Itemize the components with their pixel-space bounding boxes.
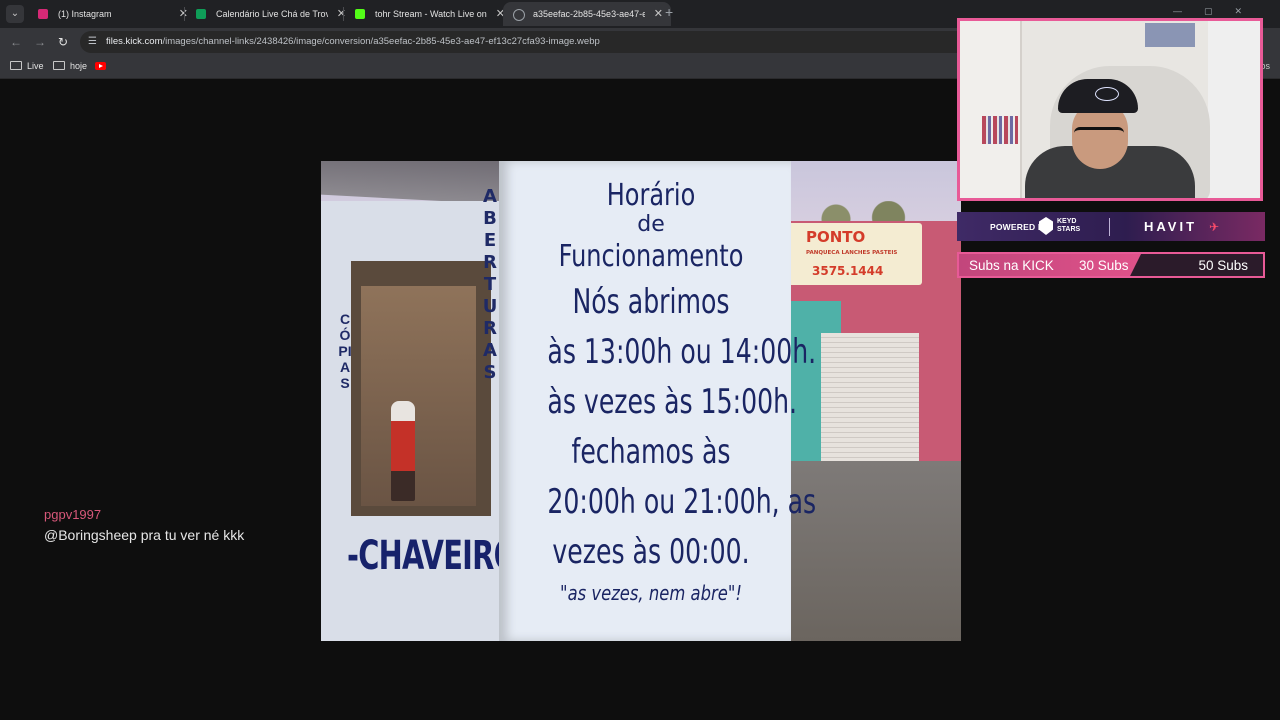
sign-line: às vezes às 15:00h. xyxy=(547,382,798,422)
sponsor-divider xyxy=(1109,218,1110,236)
rolling-shutter xyxy=(821,333,919,468)
chat-username: pgpv1997 xyxy=(44,507,102,522)
globe-icon xyxy=(513,9,525,21)
soda-bottle xyxy=(391,401,415,501)
window-controls[interactable]: —▢✕ xyxy=(1173,6,1264,17)
bookmark-hoje[interactable]: hoje xyxy=(53,61,87,71)
back-icon[interactable]: ← xyxy=(10,35,22,49)
kiosk-interior xyxy=(361,286,476,506)
kiosk-copias-text: CÓPIAS xyxy=(338,311,352,391)
youtube-icon[interactable] xyxy=(95,62,106,70)
instagram-icon xyxy=(38,9,48,19)
tab-title: tohr Stream - Watch Live on Kick xyxy=(375,9,487,19)
bookmark-label: hoje xyxy=(70,61,88,71)
sheets-icon xyxy=(196,9,206,19)
brand-mark-icon: ✈ xyxy=(1209,220,1220,234)
tab-title: a35eefac-2b85-45e3-ae47-ef13c27cfa93-ima… xyxy=(533,9,645,19)
webcam-poster xyxy=(1145,23,1195,47)
subs-goal-label: Subs na KICK xyxy=(969,258,1054,273)
sign-line: "as vezes, nem abre"! xyxy=(560,581,742,605)
tab-title: Calendário Live Chá de Trovão xyxy=(216,9,328,19)
shop-sign-subtitle: PANQUECA LANCHES PASTEIS xyxy=(806,250,898,256)
shop-sign: PONTO PANQUECA LANCHES PASTEIS 3575.1444 xyxy=(784,223,922,285)
glasses-icon xyxy=(1074,127,1124,142)
shop-sign-phone: 3575.1444 xyxy=(812,264,884,278)
keyd-stars-logo: KEYD STARS xyxy=(1057,218,1087,234)
url-path: /images/channel-links/2438426/image/conv… xyxy=(162,36,600,47)
sign-line: 20:00h ou 21:00h, as xyxy=(547,482,817,522)
sign-line: vezes às 00:00. xyxy=(552,532,750,572)
tab-title: (1) Instagram xyxy=(58,9,112,19)
opening-hours-sign: Horário de Funcionamento Nós abrimos às … xyxy=(511,178,817,607)
tab-image-active[interactable]: a35eefac-2b85-45e3-ae47-ef13c27cfa93-ima… xyxy=(503,2,671,26)
tab-search-button[interactable]: ⌄ xyxy=(6,5,24,23)
tab-kick-stream[interactable]: tohr Stream - Watch Live on Kick ✕ xyxy=(345,2,513,26)
subs-current: 30 Subs xyxy=(1079,258,1129,273)
subs-target: 50 Subs xyxy=(1198,258,1248,273)
sign-line: de xyxy=(637,212,665,237)
bookmark-label: Live xyxy=(27,61,44,71)
sign-line: Horário xyxy=(606,178,696,213)
reload-icon[interactable]: ↻ xyxy=(58,35,68,49)
tab-separator xyxy=(343,7,344,21)
sign-line: às 13:00h ou 14:00h. xyxy=(547,332,817,372)
subs-goal-bar: Subs na KICK 30 Subs 50 Subs xyxy=(957,252,1265,278)
displayed-image: PONTO PANQUECA LANCHES PASTEIS 3575.1444… xyxy=(321,161,961,641)
new-tab-button[interactable]: + xyxy=(665,4,673,20)
folder-icon xyxy=(53,61,65,70)
bookmark-live[interactable]: Live xyxy=(10,61,44,71)
sign-line: Funcionamento xyxy=(558,239,744,274)
shop-sign-title: PONTO xyxy=(806,228,866,246)
keyd-line2: STARS xyxy=(1057,226,1081,233)
kick-icon xyxy=(355,9,365,19)
close-icon[interactable]: ✕ xyxy=(654,2,663,26)
sign-line: fechamos às xyxy=(571,432,731,472)
tab-separator xyxy=(184,7,185,21)
keyd-stars-logo-icon xyxy=(1039,217,1053,235)
site-info-icon[interactable]: ☰ xyxy=(88,36,97,47)
webcam-bookshelf xyxy=(960,21,1022,198)
cap-logo-icon xyxy=(1095,87,1119,101)
webcam-overlay xyxy=(957,18,1263,201)
sign-line: Nós abrimos xyxy=(572,282,730,322)
webcam-door xyxy=(1208,21,1260,198)
tab-instagram[interactable]: (1) Instagram ✕ xyxy=(28,2,196,26)
sponsor-bar: POWERED BY KEYD STARS HAVIT ✈ xyxy=(957,212,1265,241)
webcam-books xyxy=(982,116,1018,144)
chat-message: @Boringsheep pra tu ver né kkk xyxy=(44,527,245,543)
tab-calendario[interactable]: Calendário Live Chá de Trovão ✕ xyxy=(186,2,354,26)
havit-logo: HAVIT xyxy=(1144,219,1198,234)
url-host: files.kick.com xyxy=(106,36,163,47)
forward-icon[interactable]: → xyxy=(34,35,46,49)
url-text: files.kick.com/images/channel-links/2438… xyxy=(106,36,600,47)
keyd-line1: KEYD xyxy=(1057,218,1077,225)
folder-icon xyxy=(10,61,22,70)
